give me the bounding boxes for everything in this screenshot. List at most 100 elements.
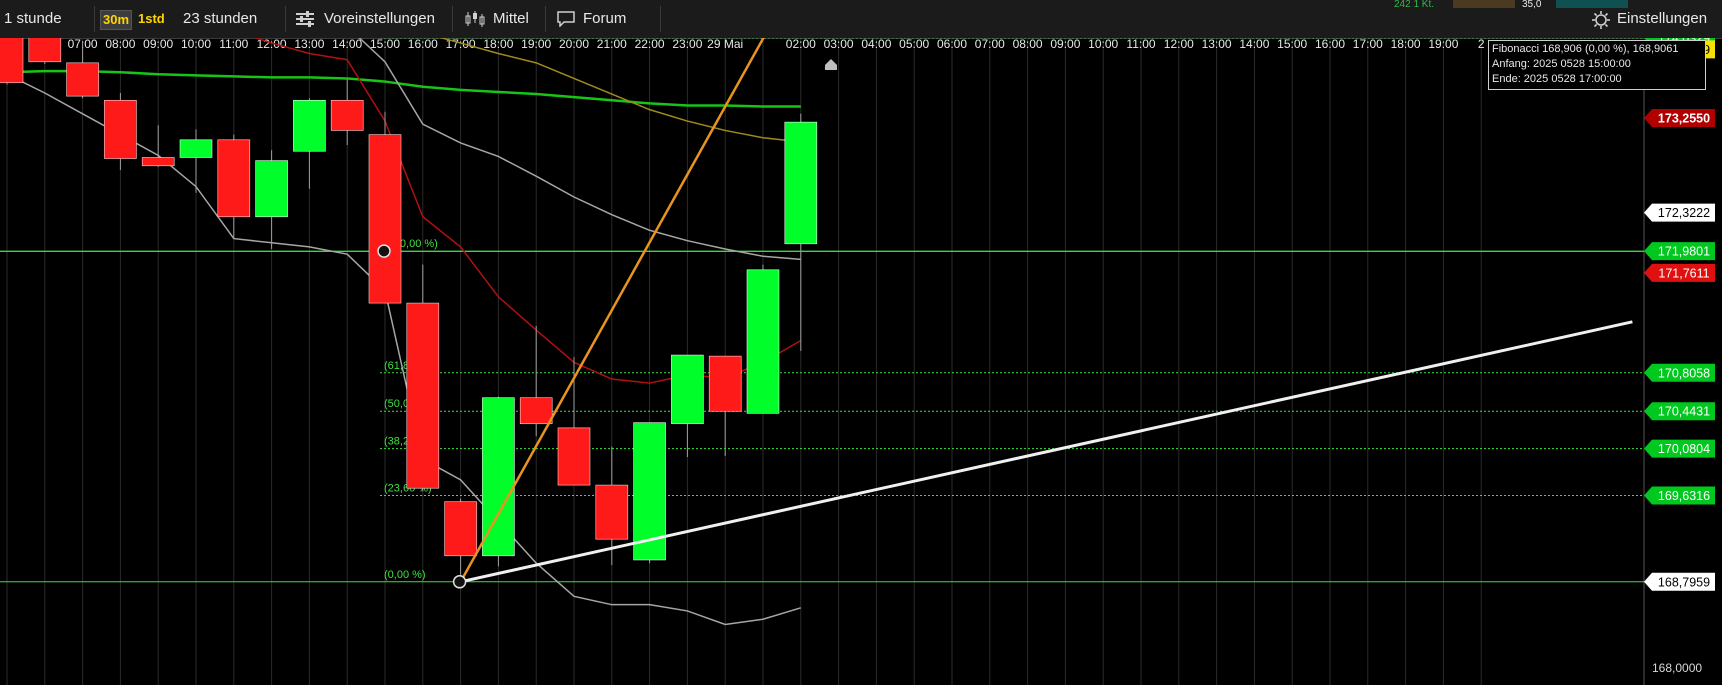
x-tick-label: 21:00 [597, 38, 627, 51]
x-tick-label: 03:00 [824, 38, 854, 51]
fib-anchor-handle[interactable] [377, 244, 391, 258]
x-tick-label: 05:00 [899, 38, 929, 51]
fib-level-label: (0,00 %) [384, 569, 426, 581]
candle-bearish [368, 134, 402, 304]
fib-anchor-handle[interactable] [452, 575, 467, 589]
x-tick-label: 16:00 [1315, 38, 1345, 51]
grid [0, 38, 1644, 685]
candle-bearish [330, 99, 364, 131]
toolbar-divider [545, 6, 546, 32]
interval-30m-button[interactable]: 30m [100, 10, 133, 30]
x-tick-label: 15:00 [370, 38, 400, 51]
fib-info-line-2: Anfang: 2025 0528 15:00:00 [1492, 58, 1631, 70]
candle-bearish [557, 427, 591, 486]
candle-bearish [104, 99, 137, 159]
x-tick-label: 29 Mai [707, 38, 743, 51]
candle-bearish [708, 355, 742, 412]
interval-2-button[interactable]: 23 stunden [183, 8, 257, 30]
fib-info-line-1: Fibonacci 168,906 (0,00 %), 168,9061 [1492, 43, 1679, 55]
candle-bearish [595, 484, 629, 540]
candle-bearish [28, 38, 62, 63]
x-tick-label: 18:00 [1391, 38, 1421, 51]
sliders-icon[interactable] [295, 11, 315, 27]
toolbar-divider [94, 6, 95, 32]
x-tick-label: 10:00 [1088, 38, 1118, 51]
x-tick-label: 23:00 [672, 38, 702, 51]
x-tick-label: 14:00 [1239, 38, 1269, 51]
x-tick-label: 20:00 [559, 38, 589, 51]
x-tick-label: 09:00 [1050, 38, 1080, 51]
candle-bearish [0, 38, 24, 83]
candles [0, 38, 818, 582]
price-tag-label: 173,2550 [1658, 111, 1710, 125]
top-readout-volume: 242 1 Kt. [1394, 0, 1435, 10]
x-tick-label: 11:00 [1126, 38, 1155, 51]
candle-bearish [406, 302, 440, 489]
interval-1-button[interactable]: 1 stunde [4, 8, 62, 30]
chart-toolbar: 1 stunde 30m 1std 23 stunden Voreinstell… [0, 0, 1722, 39]
x-tick-label: 18:00 [483, 38, 513, 51]
toolbar-divider [452, 6, 453, 32]
trendline-orange[interactable] [459, 38, 877, 583]
x-tick-label: 14:00 [332, 38, 362, 51]
x-tick-label: 04:00 [861, 38, 891, 51]
candle-bearish [519, 397, 553, 425]
interval-1std-button[interactable]: 1std [136, 10, 167, 28]
price-tag-label: 171,7611 [1658, 266, 1709, 280]
x-tick-label: 22:00 [635, 38, 665, 51]
speech-bubble-icon[interactable] [557, 11, 575, 27]
x-tick-label: 2 [1478, 38, 1485, 51]
candle-bearish [217, 139, 251, 218]
price-tag-label: 168,7959 [1658, 575, 1710, 589]
x-tick-label: 06:00 [937, 38, 967, 51]
candle-bearish [66, 62, 99, 97]
readout-swatch-brown [1453, 0, 1515, 8]
x-tick-label: 19:00 [521, 38, 551, 51]
price-tag-label: 170,0804 [1658, 442, 1710, 456]
x-tick-label: 11:00 [219, 38, 248, 51]
top-readout-value: 35,0 [1522, 0, 1542, 10]
x-tick-label: 13:00 [1202, 38, 1232, 51]
x-tick-label: 12:00 [1164, 38, 1194, 51]
x-tick-label: 08:00 [105, 38, 135, 51]
indicator-mode-button[interactable]: Mittel [493, 8, 529, 30]
settings-button[interactable]: Einstellungen [1617, 8, 1707, 30]
price-tag-label: 170,4431 [1658, 405, 1710, 419]
toolbar-divider [660, 6, 661, 32]
fibonacci-info-box: Fibonacci 168,906 (0,00 %), 168,9061 Anf… [1488, 40, 1706, 90]
price-tag-label: 169,6316 [1658, 489, 1710, 503]
candle-bullish [784, 121, 818, 245]
readout-swatch-teal [1556, 0, 1628, 8]
candle-bullish [293, 99, 326, 152]
candle-bullish [179, 139, 213, 158]
toolbar-divider [285, 6, 286, 32]
candle-bullish [746, 269, 780, 414]
presets-button[interactable]: Voreinstellungen [324, 8, 435, 30]
candle-bullish [671, 354, 704, 425]
candle-bullish [255, 160, 288, 218]
price-tags: 174,0329173,8179173,2550172,3222171,9801… [1644, 38, 1715, 591]
candle-bearish [141, 157, 175, 167]
x-tick-label: 17:00 [1353, 38, 1383, 51]
price-tag-label: 171,9801 [1658, 245, 1710, 259]
x-axis-labels: 05:00 06:00 07:00 08:00 09:00 10:00 11:00 12:00… [0, 38, 1485, 51]
price-tag-label: 170,8058 [1658, 366, 1710, 380]
forum-button[interactable]: Forum [583, 8, 626, 30]
x-tick-label: 10:00 [181, 38, 211, 51]
candle-bearish [444, 501, 477, 557]
x-tick-label: 16:00 [408, 38, 438, 51]
y-axis-labels: 168,0000 [1652, 661, 1702, 675]
x-tick-label: 13:00 [294, 38, 324, 51]
navigation-marker-icon[interactable] [825, 59, 837, 70]
x-tick-label: 07:00 [975, 38, 1005, 51]
gear-icon[interactable] [1592, 11, 1610, 29]
x-tick-label: 02:00 [786, 38, 816, 51]
moving-average-red [253, 38, 802, 384]
price-tag-label: 172,3222 [1658, 206, 1710, 220]
fib-info-line-3: Ende: 2025 0528 17:00:00 [1492, 73, 1622, 85]
x-tick-label: 19:00 [1428, 38, 1458, 51]
x-tick-label: 15:00 [1277, 38, 1307, 51]
candlestick-chart[interactable]: 05:00 06:00 07:00 08:00 09:00 10:00 11:00 12:00… [0, 38, 1722, 685]
candles-icon[interactable] [464, 11, 486, 27]
x-tick-label: 08:00 [1013, 38, 1043, 51]
